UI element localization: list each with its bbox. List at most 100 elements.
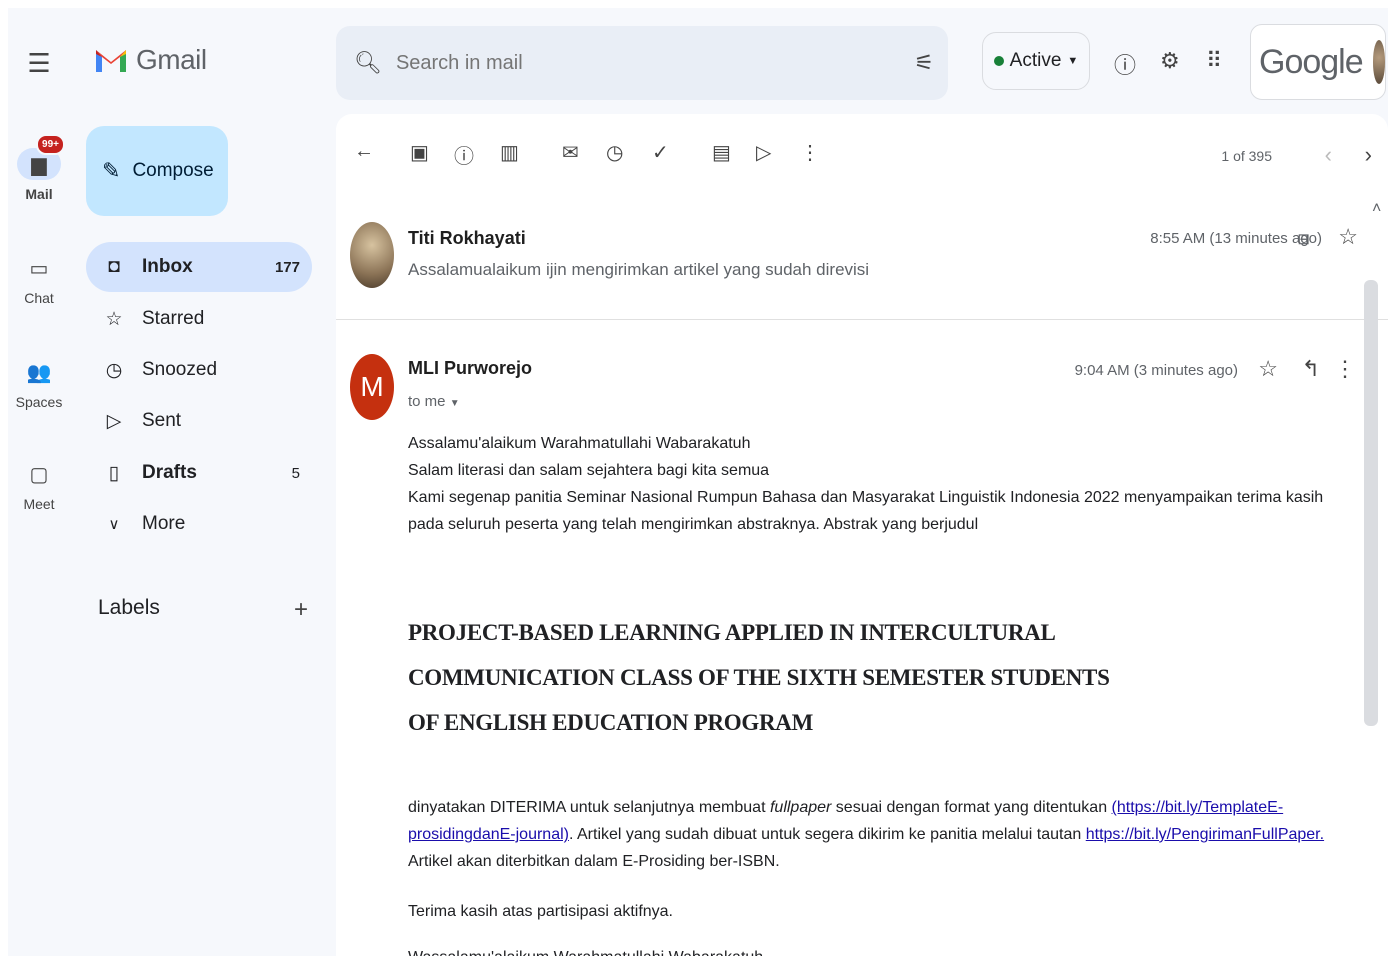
rail-label-mail: Mail — [25, 186, 53, 202]
search-options-icon[interactable]: ⚟ — [914, 50, 934, 76]
text-run: dinyatakan DITERIMA untuk selanjutnya me… — [408, 799, 770, 816]
sender-avatar: M — [350, 354, 394, 420]
drafts-count: 5 — [291, 464, 300, 482]
chat-icon: ▭ — [29, 257, 49, 280]
message-toolbar: ← ▣ ⓘ ▥ ✉ ◷ ✓ ▤ ▷ ⋮ 1 of 395 ‹ › — [336, 140, 1388, 180]
newer-icon[interactable]: ‹ — [1325, 142, 1332, 168]
inbox-icon: ◘ — [108, 256, 120, 277]
google-wordmark: Google — [1259, 42, 1364, 81]
apps-grid-icon[interactable]: ⠿ — [1206, 48, 1222, 74]
account-avatar[interactable] — [1372, 40, 1385, 84]
chevron-down-icon: ∨ — [108, 516, 120, 533]
rail-item-mail[interactable]: ▆ 99+ Mail — [8, 134, 70, 202]
move-to-icon[interactable]: ▤ — [712, 140, 731, 165]
search-input[interactable] — [395, 51, 876, 75]
recipient-details[interactable]: to me ▼ — [408, 393, 460, 410]
caret-down-icon: ▼ — [1067, 55, 1079, 67]
spaces-icon: 👥 — [26, 361, 52, 384]
rail-label-spaces: Spaces — [15, 394, 63, 410]
rail-label-chat: Chat — [24, 290, 54, 306]
sidebar-item-label: More — [142, 513, 186, 534]
message-snippet: Assalamualaikum ijin mengirimkan artikel… — [408, 260, 870, 279]
mail-icon: ▆ 99+ — [17, 134, 65, 180]
sidebar-item-drafts[interactable]: ▯ Drafts 5 — [86, 448, 312, 498]
labels-section: Labels + — [98, 596, 308, 624]
sender-name: MLI Purworejo — [408, 358, 533, 378]
message-closing: Wassalamu'alaikum Warahmatullahi Wabarak… — [408, 944, 1358, 956]
sidebar-item-label: Starred — [142, 308, 205, 329]
star-icon: ☆ — [105, 308, 123, 330]
star-icon[interactable]: ☆ — [1338, 224, 1358, 250]
text-run: . Artikel yang sudah dibuat untuk segera… — [568, 826, 1086, 843]
account-switcher[interactable]: Google — [1250, 24, 1386, 100]
search-bar: 🔍︎ ⚟ — [336, 26, 948, 100]
message-time: 9:04 AM (3 minutes ago) — [1074, 362, 1238, 379]
recipient-text: to me — [408, 393, 446, 410]
active-status-dot — [993, 56, 1004, 66]
pencil-icon: ✎ — [102, 158, 121, 183]
more-vert-icon[interactable]: ⋮ — [1334, 356, 1356, 382]
more-vert-icon[interactable]: ⋮ — [800, 140, 820, 165]
add-label-button[interactable]: + — [294, 596, 308, 624]
add-to-tasks-icon[interactable]: ✓ — [652, 140, 669, 165]
pagination-text: 1 of 395 — [1221, 148, 1272, 164]
rail-label-meet: Meet — [23, 496, 55, 512]
search-icon[interactable]: 🔍︎ — [354, 50, 382, 76]
star-icon[interactable]: ☆ — [1258, 356, 1278, 382]
message-paragraph: Kami segenap panitia Seminar Nasional Ru… — [408, 489, 1324, 533]
scrollbar-thumb[interactable] — [1364, 280, 1378, 726]
report-spam-icon[interactable]: ⓘ — [454, 140, 474, 169]
text-run: sesuai dengan format yang ditentukan — [831, 799, 1112, 816]
rail-item-chat[interactable]: ▭ Chat — [8, 252, 70, 307]
delete-icon[interactable]: ▥ — [500, 140, 519, 165]
gmail-m-icon — [96, 50, 126, 72]
sidebar-item-more[interactable]: ∨ More — [86, 499, 312, 549]
snooze-icon[interactable]: ◷ — [606, 140, 623, 165]
scroll-up-icon[interactable]: ˄ — [1372, 200, 1381, 218]
sidebar-item-snoozed[interactable]: ◷ Snoozed — [86, 345, 312, 395]
message-line: Salam literasi dan salam sejahtera bagi … — [408, 462, 770, 479]
draft-icon: ▯ — [108, 462, 120, 484]
send-icon: ▷ — [106, 410, 122, 432]
sidebar-item-sent[interactable]: ▷ Sent — [86, 396, 312, 446]
main-menu-icon[interactable]: ☰ — [24, 48, 54, 79]
article-title-line: COMMUNICATION CLASS OF THE SIXTH SEMESTE… — [408, 665, 1110, 690]
message-time: 8:55 AM (13 minutes ago) — [1150, 230, 1322, 247]
status-label: Active — [1009, 50, 1062, 71]
inbox-count: 177 — [274, 258, 300, 276]
gmail-logo[interactable]: Gmail — [94, 44, 207, 76]
settings-gear-icon[interactable]: ⚙ — [1160, 48, 1180, 74]
sidebar-item-inbox[interactable]: ◘ Inbox 177 — [86, 242, 312, 292]
unread-badge: 99+ — [36, 134, 65, 155]
older-icon[interactable]: › — [1365, 142, 1372, 168]
compose-button[interactable]: ✎ Compose — [86, 126, 228, 216]
submission-link[interactable]: https://bit.ly/PengirimanFullPaper. — [1086, 826, 1324, 843]
gmail-window: ☰ Gmail ▆ 99+ Mail ▭ Chat 👥 Spaces ▢ Meet… — [8, 8, 1388, 956]
mark-unread-icon[interactable]: ✉ — [562, 140, 579, 165]
sender-name: Titi Rokhayati — [408, 228, 526, 248]
article-title-line: OF ENGLISH EDUCATION PROGRAM — [408, 710, 813, 735]
clock-icon: ◷ — [105, 359, 123, 381]
sidebar-item-label: Inbox — [142, 256, 193, 277]
sidebar-item-starred[interactable]: ☆ Starred — [86, 294, 312, 344]
message-view: ← ▣ ⓘ ▥ ✉ ◷ ✓ ▤ ▷ ⋮ 1 of 395 ‹ › Titi Ro… — [336, 114, 1388, 956]
back-arrow-icon[interactable]: ← — [354, 140, 374, 163]
sidebar-item-label: Snoozed — [142, 359, 218, 380]
collapsed-message[interactable]: Titi Rokhayati Assalamualaikum ijin meng… — [336, 210, 1388, 320]
text-run: Artikel akan diterbitkan dalam E-Prosidi… — [408, 853, 780, 870]
archive-icon[interactable]: ▣ — [410, 140, 429, 165]
caret-down-icon: ▼ — [449, 398, 460, 409]
rail-item-meet[interactable]: ▢ Meet — [8, 458, 70, 513]
meet-icon: ▢ — [29, 463, 49, 486]
text-run-italic: fullpaper — [769, 799, 832, 816]
article-title-line: PROJECT-BASED LEARNING APPLIED IN INTERC… — [408, 620, 1056, 645]
reply-icon[interactable]: ↰ — [1302, 356, 1320, 382]
status-selector[interactable]: Active ▼ — [982, 32, 1090, 90]
rail-item-spaces[interactable]: 👥 Spaces — [8, 356, 70, 411]
sidebar-item-label: Sent — [142, 410, 182, 431]
sender-avatar — [350, 222, 394, 288]
message-greeting: Assalamu'alaikum Warahmatullahi Wabaraka… — [408, 435, 751, 452]
help-icon[interactable]: ⓘ — [1114, 48, 1136, 80]
message-thanks: Terima kasih atas partisipasi aktifnya. — [408, 903, 673, 920]
label-icon[interactable]: ▷ — [756, 140, 771, 165]
